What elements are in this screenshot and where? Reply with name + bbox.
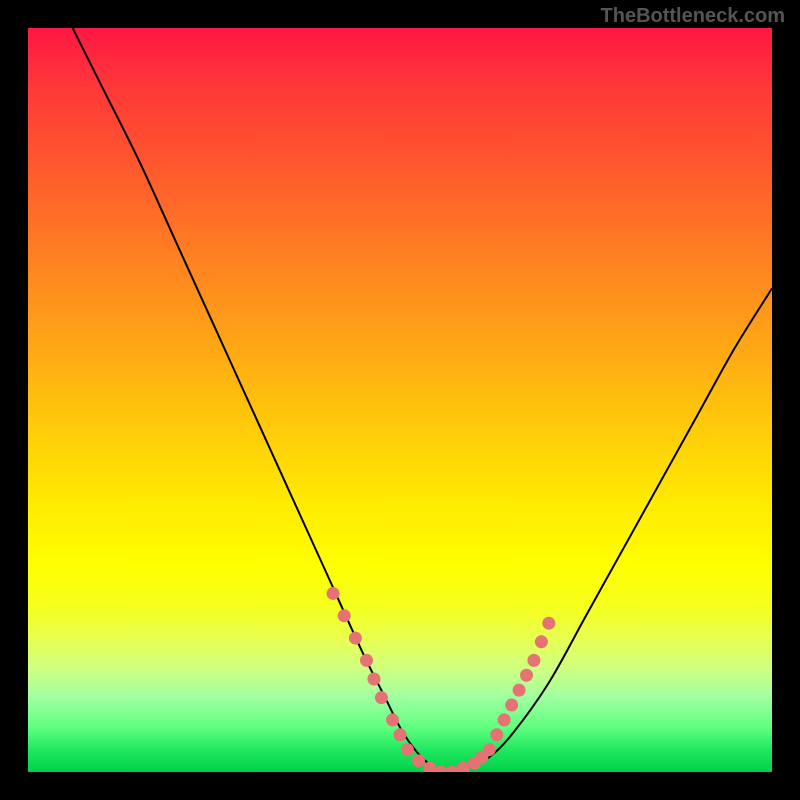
data-dot [483, 743, 496, 756]
data-dot [513, 684, 526, 697]
data-dot [434, 766, 447, 773]
scatter-dots-group [327, 587, 556, 772]
data-dot [505, 699, 518, 712]
data-dot [394, 728, 407, 741]
data-dot [520, 669, 533, 682]
data-dot [446, 766, 459, 773]
data-dot [327, 587, 340, 600]
data-dot [349, 632, 362, 645]
data-dot [542, 617, 555, 630]
chart-svg [28, 28, 772, 772]
data-dot [423, 762, 436, 772]
bottleneck-curve-line [73, 28, 772, 772]
data-dot [490, 728, 503, 741]
watermark-text: TheBottleneck.com [601, 5, 785, 28]
data-dot [386, 713, 399, 726]
data-dot [535, 635, 548, 648]
data-dot [412, 754, 425, 767]
data-dot [527, 654, 540, 667]
data-dot [360, 654, 373, 667]
data-dot [498, 713, 511, 726]
data-dot [401, 743, 414, 756]
data-dot [338, 609, 351, 622]
data-dot [457, 762, 470, 772]
data-dot [367, 673, 380, 686]
data-dot [375, 691, 388, 704]
